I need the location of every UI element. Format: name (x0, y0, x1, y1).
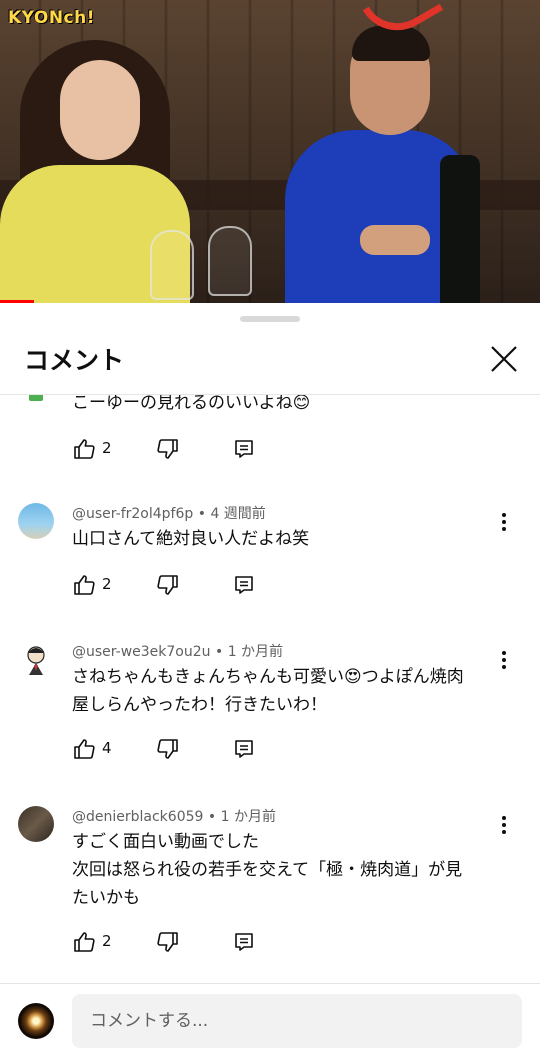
comment-text: さねちゃんもきょんちゃんも可愛い😍つよぽん焼肉 屋しらんやったわ！行きたいわ！ (72, 663, 502, 719)
reply-button[interactable] (232, 573, 256, 597)
dislike-button[interactable] (156, 737, 180, 761)
comment-list[interactable]: こーゆーの見れるのいいよね😊 2 @user-fr2ol4pf6p • 4 週間… (0, 395, 540, 981)
comment-text-line: 屋しらんやったわ！行きたいわ！ (72, 695, 327, 715)
comment-text-line: さねちゃんもきょんちゃんも可愛い😍つよぽん焼肉 (72, 667, 464, 687)
comment-time: 1 か月前 (227, 644, 284, 660)
more-button[interactable] (494, 510, 514, 534)
like-button[interactable]: 4 (72, 737, 132, 761)
thumbs-down-icon (157, 739, 178, 759)
avatar[interactable] (29, 395, 43, 401)
like-count: 2 (102, 932, 112, 950)
reply-icon (235, 740, 253, 758)
channel-logo: KYONch! (8, 8, 95, 28)
like-button[interactable]: 2 (72, 437, 132, 461)
thumbs-up-icon (74, 439, 95, 459)
close-icon (491, 346, 517, 372)
comment-meta: @denierblack6059 • 1 か月前 (72, 806, 276, 826)
sheet-title: コメント (24, 346, 125, 375)
drag-handle[interactable] (240, 316, 300, 322)
thumbs-down-icon (157, 575, 178, 595)
comment-item: @user-fr2ol4pf6p • 4 週間前 山口さんて絶対良い人だよね笑 … (0, 503, 540, 633)
comment-meta: @user-fr2ol4pf6p • 4 週間前 (72, 503, 266, 523)
comment-text-line: 次回は怒られ役の若手を交えて「極・焼肉道」が見 (72, 860, 463, 880)
dislike-button[interactable] (156, 437, 180, 461)
more-vert-icon (502, 816, 506, 834)
dislike-button[interactable] (156, 573, 180, 597)
composer-divider (0, 983, 540, 984)
close-button[interactable] (486, 341, 522, 377)
comment-author[interactable]: @denierblack6059 (72, 809, 203, 825)
comments-sheet: コメント こーゆーの見れるのいいよね😊 2 @user-fr2ol4pf6p •… (0, 303, 540, 1057)
comment-item: @user-we3ek7ou2u • 1 か月前 さねちゃんもきょんちゃんも可愛… (0, 641, 540, 801)
like-button[interactable]: 2 (72, 930, 132, 954)
comment-item: @denierblack6059 • 1 か月前 すごく面白い動画でした 次回は… (0, 806, 540, 981)
more-button[interactable] (494, 813, 514, 837)
meta-separator: • (207, 809, 221, 825)
video-scene-detail (60, 60, 140, 160)
avatar[interactable] (18, 806, 54, 842)
comment-text: すごく面白い動画でした 次回は怒られ役の若手を交えて「極・焼肉道」が見 たいかも (72, 828, 502, 912)
thumbs-up-icon (74, 575, 95, 595)
comment-text-line: たいかも (72, 888, 140, 908)
more-vert-icon (502, 651, 506, 669)
like-count: 4 (102, 739, 112, 757)
current-user-avatar[interactable] (18, 1003, 54, 1039)
reply-button[interactable] (232, 930, 256, 954)
like-count: 2 (102, 439, 112, 457)
comment-time: 4 週間前 (210, 506, 266, 522)
comment-text-line: すごく面白い動画でした (72, 832, 259, 852)
like-count: 2 (102, 575, 112, 593)
meta-separator: • (214, 644, 228, 660)
thumbs-down-icon (157, 439, 178, 459)
comment-text: 山口さんて絶対良い人だよね笑 (72, 529, 310, 549)
reply-icon (235, 440, 253, 458)
reply-icon (235, 576, 253, 594)
thumbs-down-icon (157, 932, 178, 952)
more-button[interactable] (494, 648, 514, 672)
video-scene-detail (440, 155, 480, 303)
like-button[interactable]: 2 (72, 573, 132, 597)
video-scene-detail (352, 26, 430, 61)
meta-separator: • (197, 506, 211, 522)
video-scene-detail (360, 225, 430, 255)
comment-time: 1 か月前 (220, 809, 276, 825)
video-scene-detail (208, 226, 252, 296)
comment-input[interactable]: コメントする... (72, 994, 522, 1048)
video-player[interactable]: KYONch! (0, 0, 540, 303)
reply-icon (235, 933, 253, 951)
comment-meta: @user-we3ek7ou2u • 1 か月前 (72, 641, 283, 661)
cartoon-face-icon (27, 646, 45, 675)
reply-button[interactable] (232, 737, 256, 761)
avatar[interactable] (18, 503, 54, 539)
video-scene-detail (150, 230, 194, 300)
avatar[interactable] (18, 641, 54, 677)
comment-author[interactable]: @user-we3ek7ou2u (72, 644, 211, 660)
more-vert-icon (502, 513, 506, 531)
comment-text: こーゆーの見れるのいいよね😊 (72, 395, 311, 413)
comment-author[interactable]: @user-fr2ol4pf6p (72, 506, 193, 522)
thumbs-up-icon (74, 739, 95, 759)
reply-button[interactable] (232, 437, 256, 461)
thumbs-up-icon (74, 932, 95, 952)
dislike-button[interactable] (156, 930, 180, 954)
